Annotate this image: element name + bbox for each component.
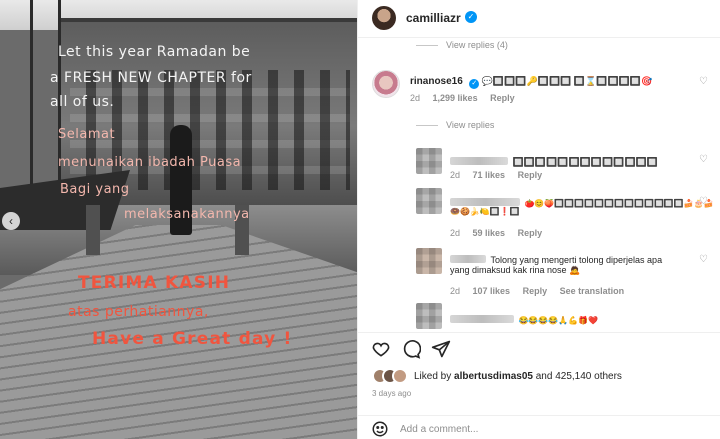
reply-time: 2d bbox=[450, 286, 461, 296]
likes-prefix: Liked by bbox=[414, 371, 452, 382]
caption-line: Selamat bbox=[58, 127, 116, 142]
image-post bbox=[86, 205, 100, 255]
reply-button[interactable]: Reply bbox=[490, 93, 515, 103]
reply-meta: 2d 107 likes Reply See translation bbox=[450, 286, 634, 296]
comments-panel: camilliazr ✓ View replies (4) rinanose16… bbox=[357, 0, 720, 439]
avatar[interactable] bbox=[372, 6, 396, 30]
reply-body: 🔲🔲🔲🔲🔲🔲🔲🔲🔲🔲🔲🔲🔲 bbox=[450, 152, 658, 170]
comment-meta: 2d 1,299 likes Reply bbox=[410, 93, 525, 103]
reply-meta: 2d 71 likes Reply bbox=[450, 170, 552, 180]
like-comment-icon[interactable]: ♡ bbox=[699, 196, 708, 207]
view-replies-link[interactable]: View replies (4) bbox=[416, 40, 508, 50]
reply-time: 2d bbox=[450, 170, 461, 180]
view-replies-label: View replies bbox=[446, 120, 495, 130]
caption-line: TERIMA KASIH bbox=[78, 273, 231, 293]
comments-list[interactable]: View replies (4) rinanose16 ✓ 💬🔲🔲🔲🔑🔲🔲🔲 🔲… bbox=[358, 38, 720, 332]
add-comment-row bbox=[358, 415, 720, 439]
post-owner-username[interactable]: camilliazr bbox=[406, 11, 461, 25]
avatar[interactable] bbox=[416, 188, 442, 214]
reply-likes[interactable]: 71 likes bbox=[473, 170, 506, 180]
avatar[interactable] bbox=[416, 303, 442, 329]
like-comment-icon[interactable]: ♡ bbox=[699, 76, 708, 87]
likes-summary: Liked by albertusdimas05 and 425,140 oth… bbox=[372, 368, 712, 386]
post-timestamp: 3 days ago bbox=[372, 389, 412, 398]
reply-meta: 2d 59 likes Reply bbox=[450, 228, 552, 238]
comment-icon[interactable] bbox=[401, 339, 421, 359]
reply-text: 😂😂😂😂🙏💪🎁❤️ bbox=[518, 316, 599, 325]
post-image[interactable]: Let this year Ramadan be a FRESH NEW CHA… bbox=[0, 0, 357, 439]
caption-line: Let this year Ramadan be bbox=[58, 44, 251, 60]
heart-icon[interactable] bbox=[371, 339, 391, 359]
avatar[interactable] bbox=[416, 248, 442, 274]
reply-button[interactable]: Reply bbox=[518, 170, 543, 180]
reply-text: 🔲🔲🔲🔲🔲🔲🔲🔲🔲🔲🔲🔲🔲 bbox=[512, 157, 659, 167]
likes-text: Liked by albertusdimas05 and 425,140 oth… bbox=[414, 371, 622, 382]
reply-likes[interactable]: 59 likes bbox=[473, 228, 506, 238]
like-comment-icon[interactable]: ♡ bbox=[699, 154, 708, 165]
post-header: camilliazr ✓ bbox=[358, 0, 720, 38]
reply-username[interactable] bbox=[450, 314, 514, 323]
reply-text: Tolong yang mengerti tolong diperjelas a… bbox=[490, 255, 663, 265]
caption-line: atas perhatiannya, bbox=[68, 304, 209, 320]
comment-body: rinanose16 ✓ 💬🔲🔲🔲🔑🔲🔲🔲 🔲⌛🔲🔲🔲🔲🎯 bbox=[410, 71, 700, 89]
reply-text-continued: yang dimaksud kak rina nose 🙇 bbox=[450, 265, 581, 275]
reply-time: 2d bbox=[450, 228, 461, 238]
comment-time: 2d bbox=[410, 93, 421, 103]
comment-text: 💬🔲🔲🔲🔑🔲🔲🔲 🔲⌛🔲🔲🔲🔲🎯 bbox=[481, 76, 653, 86]
add-comment-input[interactable] bbox=[400, 422, 700, 436]
divider bbox=[416, 45, 438, 47]
avatar[interactable] bbox=[416, 148, 442, 174]
divider bbox=[416, 125, 438, 127]
caption-line: menunaikan ibadah Puasa bbox=[58, 155, 242, 170]
post-actions bbox=[358, 332, 720, 362]
reply-text-continued: 🍩🍪🍌🍋🔲❗🔲 bbox=[450, 207, 520, 216]
caption-line: all of us. bbox=[50, 94, 115, 110]
emoji-icon[interactable] bbox=[371, 420, 389, 438]
avatar[interactable] bbox=[372, 70, 400, 98]
caption-line: Have a Great day ! bbox=[92, 329, 293, 349]
caption-line: melaksanakannya bbox=[124, 207, 250, 222]
see-translation-link[interactable]: See translation bbox=[560, 286, 625, 296]
view-replies-label: View replies (4) bbox=[446, 40, 508, 50]
reply-body: 😂😂😂😂🙏💪🎁❤️ bbox=[450, 310, 598, 328]
comment-likes[interactable]: 1,299 likes bbox=[433, 93, 478, 103]
liked-by-user[interactable]: albertusdimas05 bbox=[454, 371, 533, 382]
avatar[interactable] bbox=[392, 368, 408, 384]
reply-button[interactable]: Reply bbox=[518, 228, 543, 238]
verified-icon: ✓ bbox=[469, 79, 480, 89]
reply-text: 🍅😊🍑🔲🔲🔲🔲🔲🔲🔲🔲🔲🔲🔲🔲🔲🍰🎂🍰 bbox=[524, 199, 714, 208]
reply-username[interactable] bbox=[450, 197, 520, 206]
verified-icon: ✓ bbox=[465, 11, 477, 23]
view-replies-link[interactable]: View replies bbox=[416, 120, 494, 130]
reply-button[interactable]: Reply bbox=[523, 286, 548, 296]
caption-line: a FRESH NEW CHAPTER for bbox=[50, 70, 252, 86]
reply-username[interactable] bbox=[450, 156, 508, 165]
previous-image-button[interactable]: ‹ bbox=[2, 212, 20, 230]
likes-others[interactable]: and 425,140 others bbox=[536, 371, 622, 382]
reply-username[interactable] bbox=[450, 254, 486, 263]
caption-line: Bagi yang bbox=[60, 182, 130, 197]
reply-likes[interactable]: 107 likes bbox=[473, 286, 511, 296]
share-icon[interactable] bbox=[431, 339, 451, 359]
like-comment-icon[interactable]: ♡ bbox=[699, 254, 708, 265]
comment-username[interactable]: rinanose16 bbox=[410, 76, 463, 87]
